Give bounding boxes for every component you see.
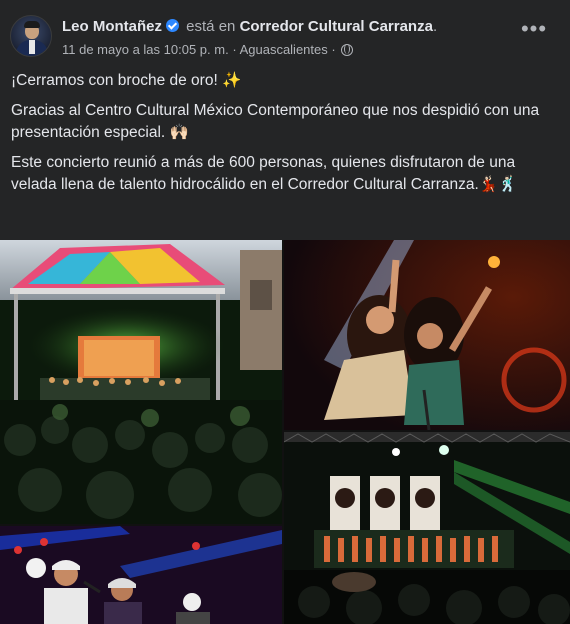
checkin-verb: está en	[186, 18, 236, 35]
place-link[interactable]: Aguascalientes	[240, 42, 328, 57]
globe-icon[interactable]	[341, 44, 354, 56]
more-options-icon[interactable]: •••	[520, 18, 548, 44]
location-link[interactable]: Corredor Cultural Carranza	[240, 18, 433, 35]
post-paragraph-3: Este concierto reunió a más de 600 perso…	[11, 154, 518, 193]
period: .	[432, 18, 438, 35]
meta-separator: ·	[232, 42, 237, 57]
author-name[interactable]: Leo Montañez	[62, 18, 162, 35]
post-paragraph-1: ¡Cerramos con broche de oro! ✨	[11, 72, 242, 89]
photo-stage-crowd[interactable]	[0, 240, 282, 524]
meta-separator-2: ·	[331, 42, 336, 57]
post-header: Leo Montañez está en Corredor Cultural C…	[0, 0, 570, 66]
photo-singers[interactable]	[284, 240, 570, 430]
photo-stage-banners[interactable]	[284, 432, 570, 624]
photo-male-singers[interactable]	[0, 526, 282, 624]
post-timestamp[interactable]: 11 de mayo a las 10:05 p. m.	[62, 42, 229, 57]
post-card: Leo Montañez está en Corredor Cultural C…	[0, 0, 570, 624]
author-line: Leo Montañez está en Corredor Cultural C…	[62, 18, 437, 36]
author-avatar[interactable]	[10, 15, 52, 57]
verified-badge-icon	[166, 19, 179, 32]
photo-grid	[0, 240, 570, 624]
post-paragraph-2: Gracias al Centro Cultural México Contem…	[11, 102, 540, 141]
post-meta: 11 de mayo a las 10:05 p. m. · Aguascali…	[62, 42, 354, 58]
post-text: ¡Cerramos con broche de oro! ✨ Gracias a…	[11, 70, 559, 204]
